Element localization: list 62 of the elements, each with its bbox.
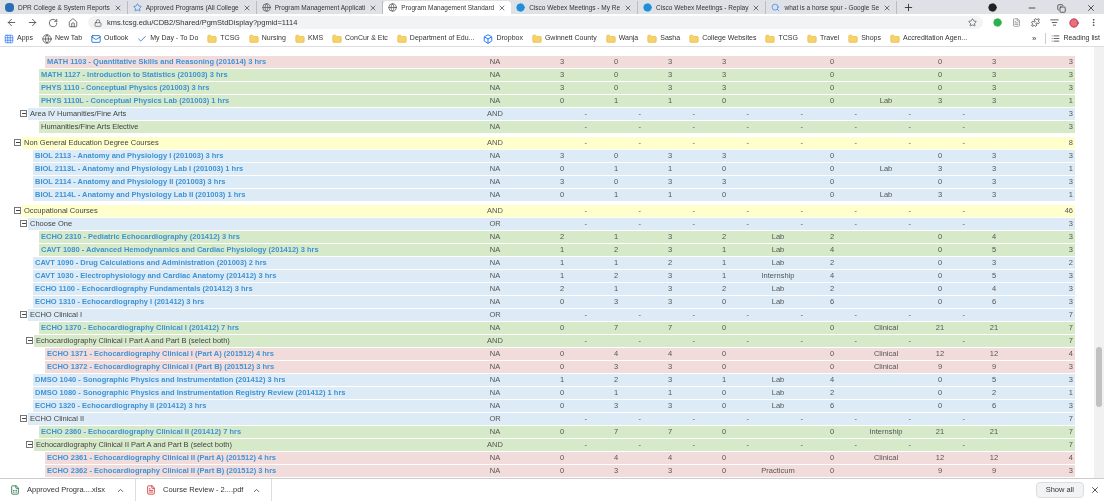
mail-icon: [91, 33, 102, 44]
lock-icon: [94, 18, 102, 27]
folder-icon: [765, 33, 776, 44]
close-icon[interactable]: [498, 3, 507, 12]
folder-icon: [890, 33, 900, 44]
collapse-icon[interactable]: [26, 337, 33, 344]
globe-icon: [41, 33, 52, 44]
folder-icon: [689, 33, 700, 44]
folder-icon: [248, 33, 259, 44]
menu-icon[interactable]: [1089, 18, 1098, 27]
globe-icon: [261, 3, 271, 12]
collapse-icon[interactable]: [20, 415, 27, 422]
profile-icon[interactable]: [988, 3, 997, 12]
collapse-icon[interactable]: [26, 441, 33, 448]
collapse-icon[interactable]: [20, 311, 27, 318]
check-icon: [137, 33, 148, 44]
scrollbar[interactable]: [1094, 47, 1104, 478]
folder-icon: [806, 33, 817, 44]
folder-icon: [332, 33, 343, 44]
bookmark-star-icon[interactable]: [968, 18, 977, 27]
folder-icon: [294, 33, 305, 44]
collapse-icon[interactable]: [14, 207, 21, 214]
forward-icon[interactable]: [27, 17, 38, 28]
globe-icon: [388, 3, 398, 12]
reader-icon[interactable]: [1012, 18, 1021, 27]
box-icon: [483, 33, 494, 44]
more-bookmarks-button[interactable]: »: [1031, 32, 1037, 45]
collapse-icon[interactable]: [20, 110, 27, 117]
close-icon[interactable]: [624, 3, 633, 12]
pdf-icon: [146, 485, 156, 495]
close-icon[interactable]: [1086, 3, 1096, 13]
folder-icon: [396, 33, 407, 44]
close-icon[interactable]: [369, 3, 378, 12]
apps-icon: [4, 33, 14, 44]
extensions-icon[interactable]: [1031, 18, 1040, 27]
new-tab-icon[interactable]: [903, 2, 915, 13]
close-icon[interactable]: [752, 3, 761, 12]
webex-icon: [516, 3, 526, 12]
close-icon[interactable]: [242, 3, 251, 12]
extension-icon[interactable]: [993, 18, 1002, 27]
folder-icon: [605, 33, 616, 44]
collapse-icon[interactable]: [20, 220, 27, 227]
close-icon[interactable]: [113, 3, 122, 12]
search-icon: [771, 3, 781, 12]
spreadsheet-icon: [10, 485, 20, 495]
scrollbar-thumb[interactable]: [1096, 347, 1102, 407]
folder-icon: [647, 33, 658, 44]
close-icon[interactable]: [883, 3, 892, 12]
folder-icon: [848, 33, 859, 44]
star-icon: [132, 3, 142, 12]
close-icon[interactable]: [1090, 485, 1100, 495]
reload-icon[interactable]: [48, 17, 58, 28]
folder-icon: [207, 33, 218, 44]
avatar-icon[interactable]: [1069, 17, 1079, 28]
webex-icon: [643, 3, 653, 12]
reading-list-icon: [1051, 34, 1061, 43]
back-icon[interactable]: [6, 17, 17, 28]
home-icon[interactable]: [68, 17, 78, 28]
collapse-icon[interactable]: [14, 139, 21, 146]
portal-icon: [5, 3, 14, 12]
restore-icon[interactable]: [1057, 4, 1066, 13]
folder-icon: [531, 33, 542, 44]
